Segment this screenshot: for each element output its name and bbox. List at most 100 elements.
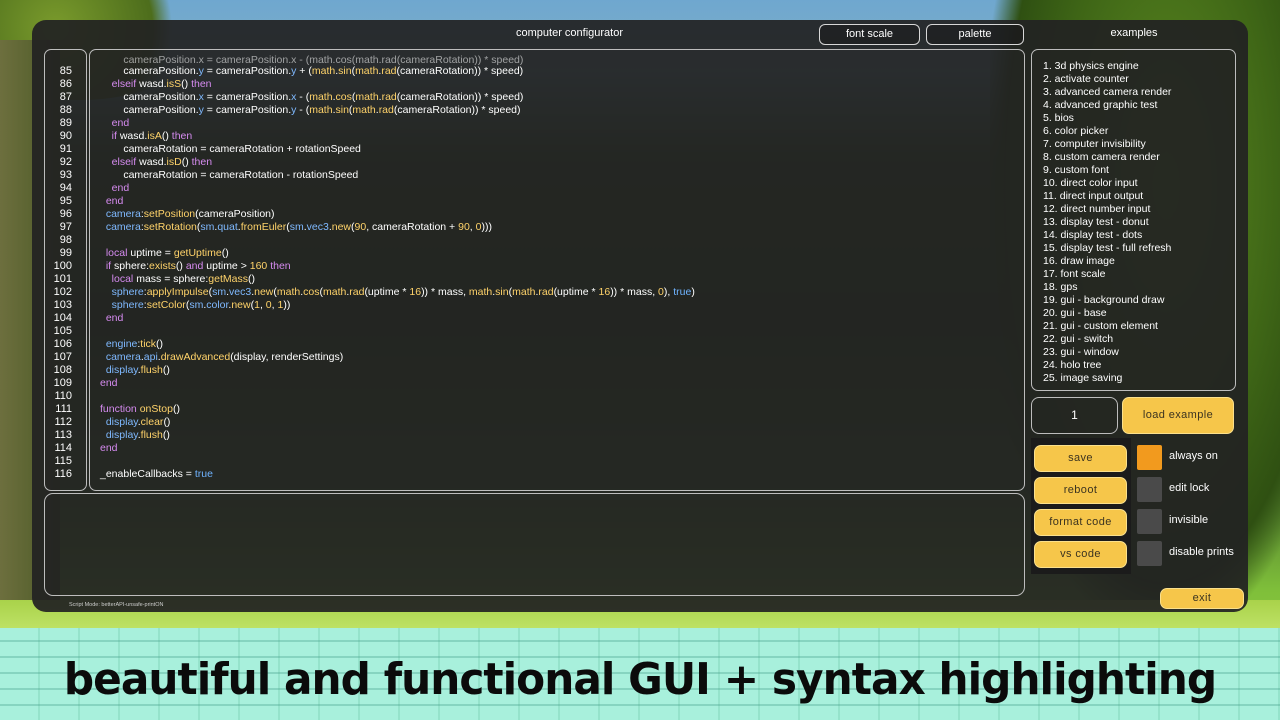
code-line: sphere:setColor(sm.color.new(1, 0, 1)) bbox=[111, 299, 291, 311]
format-code-button[interactable]: format code bbox=[1034, 509, 1127, 536]
always-on-label: always on bbox=[1169, 450, 1218, 462]
code-line: display.flush() bbox=[105, 429, 170, 441]
example-item[interactable]: 5. bios bbox=[1043, 112, 1235, 125]
line-number: 87 bbox=[59, 91, 72, 103]
invisible-label: invisible bbox=[1169, 514, 1209, 526]
example-item[interactable]: 4. advanced graphic test bbox=[1043, 99, 1235, 112]
line-number: 100 bbox=[53, 260, 72, 272]
example-item[interactable]: 19. gui - background draw bbox=[1043, 294, 1235, 307]
line-number: 115 bbox=[54, 455, 72, 467]
code-line: cameraPosition.x = cameraPosition.x - (m… bbox=[100, 91, 524, 103]
example-item[interactable]: 6. color picker bbox=[1043, 125, 1235, 138]
example-item[interactable]: 16. draw image bbox=[1043, 255, 1235, 268]
code-line: cameraRotation = cameraRotation - rotati… bbox=[100, 169, 359, 181]
computer-configurator-window: computer configurator font scale palette… bbox=[32, 20, 1248, 612]
example-item[interactable]: 10. direct color input bbox=[1043, 177, 1235, 190]
example-item[interactable]: 15. display test - full refresh bbox=[1043, 242, 1235, 255]
code-line: engine:tick() bbox=[105, 338, 164, 350]
code-line: local mass = sphere:getMass() bbox=[111, 273, 255, 285]
line-number: 107 bbox=[53, 351, 72, 363]
line-number: 102 bbox=[53, 286, 72, 298]
code-line: display.flush() bbox=[105, 364, 170, 376]
vs-code-button[interactable]: vs code bbox=[1034, 541, 1127, 568]
example-item[interactable]: 7. computer invisibility bbox=[1043, 138, 1235, 151]
code-line: end bbox=[111, 117, 130, 129]
example-item[interactable]: 8. custom camera render bbox=[1043, 151, 1235, 164]
code-line: end bbox=[100, 377, 118, 389]
examples-list[interactable]: 1. 3d physics engine 2. activate counter 3… bbox=[1031, 49, 1236, 391]
code-line: cameraPosition.y = cameraPosition.y + (m… bbox=[100, 65, 524, 77]
code-line: function onStop() bbox=[100, 403, 180, 415]
line-number: 90 bbox=[59, 130, 72, 142]
example-item[interactable]: 25. image saving bbox=[1043, 372, 1235, 385]
line-number: 109 bbox=[53, 377, 72, 389]
code-line: end bbox=[105, 195, 124, 207]
code-line: if sphere:exists() and uptime > 160 then bbox=[105, 260, 291, 272]
reboot-button[interactable]: reboot bbox=[1034, 477, 1127, 504]
font-scale-button[interactable]: font scale bbox=[819, 24, 920, 45]
line-number: 93 bbox=[59, 169, 72, 181]
example-item[interactable]: 17. font scale bbox=[1043, 268, 1235, 281]
line-number: 113 bbox=[54, 429, 72, 441]
exit-button[interactable]: exit bbox=[1160, 588, 1244, 609]
example-item[interactable]: 12. direct number input bbox=[1043, 203, 1235, 216]
example-item[interactable]: 21. gui - custom element bbox=[1043, 320, 1235, 333]
code-editor[interactable]: cameraPosition.x = cameraPosition.x - (m… bbox=[89, 49, 1025, 491]
example-item[interactable]: 1. 3d physics engine bbox=[1043, 60, 1235, 73]
example-number-input[interactable]: 1 bbox=[1031, 397, 1118, 434]
script-mode-label: Script Mode: betterAPI-unsafe-printON bbox=[69, 602, 164, 608]
code-line: elseif wasd.isD() then bbox=[111, 156, 213, 168]
example-item[interactable]: 11. direct input output bbox=[1043, 190, 1235, 203]
example-item[interactable]: 14. display test - dots bbox=[1043, 229, 1235, 242]
line-number: 101 bbox=[53, 273, 72, 285]
line-number: 114 bbox=[54, 442, 72, 454]
load-example-button[interactable]: load example bbox=[1122, 397, 1234, 434]
example-item[interactable]: 24. holo tree bbox=[1043, 359, 1235, 372]
console-output[interactable] bbox=[44, 493, 1025, 596]
line-number: 99 bbox=[59, 247, 72, 259]
example-item[interactable]: 23. gui - window bbox=[1043, 346, 1235, 359]
code-line: cameraPosition.y = cameraPosition.y - (m… bbox=[100, 104, 521, 116]
disable-prints-label: disable prints bbox=[1169, 546, 1234, 558]
edit-lock-toggle[interactable] bbox=[1137, 477, 1162, 502]
line-number: 89 bbox=[59, 117, 72, 129]
code-line: sphere:applyImpulse(sm.vec3.new(math.cos… bbox=[111, 286, 695, 298]
line-number-gutter: 85 86 87 88 89 90 91 92 93 94 95 96 97 98 99 100 101 102 1… bbox=[44, 49, 87, 491]
code-line: camera:setPosition(cameraPosition) bbox=[105, 208, 275, 220]
example-item[interactable]: 3. advanced camera render bbox=[1043, 86, 1235, 99]
line-number: 116 bbox=[54, 468, 72, 480]
save-button[interactable]: save bbox=[1034, 445, 1127, 472]
line-number: 104 bbox=[53, 312, 72, 324]
palette-button[interactable]: palette bbox=[926, 24, 1024, 45]
example-item[interactable]: 9. custom font bbox=[1043, 164, 1235, 177]
line-number: 112 bbox=[54, 416, 72, 428]
code-line: camera.api.drawAdvanced(display, renderS… bbox=[105, 351, 344, 363]
code-line: cameraRotation = cameraRotation + rotati… bbox=[100, 143, 361, 155]
code-line: end bbox=[111, 182, 130, 194]
line-number: 94 bbox=[59, 182, 72, 194]
line-number: 91 bbox=[59, 143, 72, 155]
line-number: 95 bbox=[59, 195, 72, 207]
examples-title: examples bbox=[1110, 27, 1158, 39]
code-line: local uptime = getUptime() bbox=[105, 247, 229, 259]
example-item[interactable]: 22. gui - switch bbox=[1043, 333, 1235, 346]
caption-text: beautiful and functional GUI + syntax hi… bbox=[63, 654, 1217, 705]
always-on-toggle[interactable] bbox=[1137, 445, 1162, 470]
code-line: elseif wasd.isS() then bbox=[111, 78, 212, 90]
line-number: 108 bbox=[53, 364, 72, 376]
edit-lock-label: edit lock bbox=[1169, 482, 1210, 494]
example-item[interactable]: 20. gui - base bbox=[1043, 307, 1235, 320]
code-line: display.clear() bbox=[105, 416, 171, 428]
line-number: 98 bbox=[59, 234, 72, 246]
disable-prints-toggle[interactable] bbox=[1137, 541, 1162, 566]
example-item[interactable]: 2. activate counter bbox=[1043, 73, 1235, 86]
line-number: 92 bbox=[59, 156, 72, 168]
line-number: 88 bbox=[59, 104, 72, 116]
line-number: 111 bbox=[55, 403, 72, 415]
example-item[interactable]: 18. gps bbox=[1043, 281, 1235, 294]
code-line: end bbox=[100, 442, 118, 454]
example-item[interactable]: 13. display test - donut bbox=[1043, 216, 1235, 229]
invisible-toggle[interactable] bbox=[1137, 509, 1162, 534]
line-number: 85 bbox=[59, 65, 72, 77]
line-number: 103 bbox=[53, 299, 72, 311]
